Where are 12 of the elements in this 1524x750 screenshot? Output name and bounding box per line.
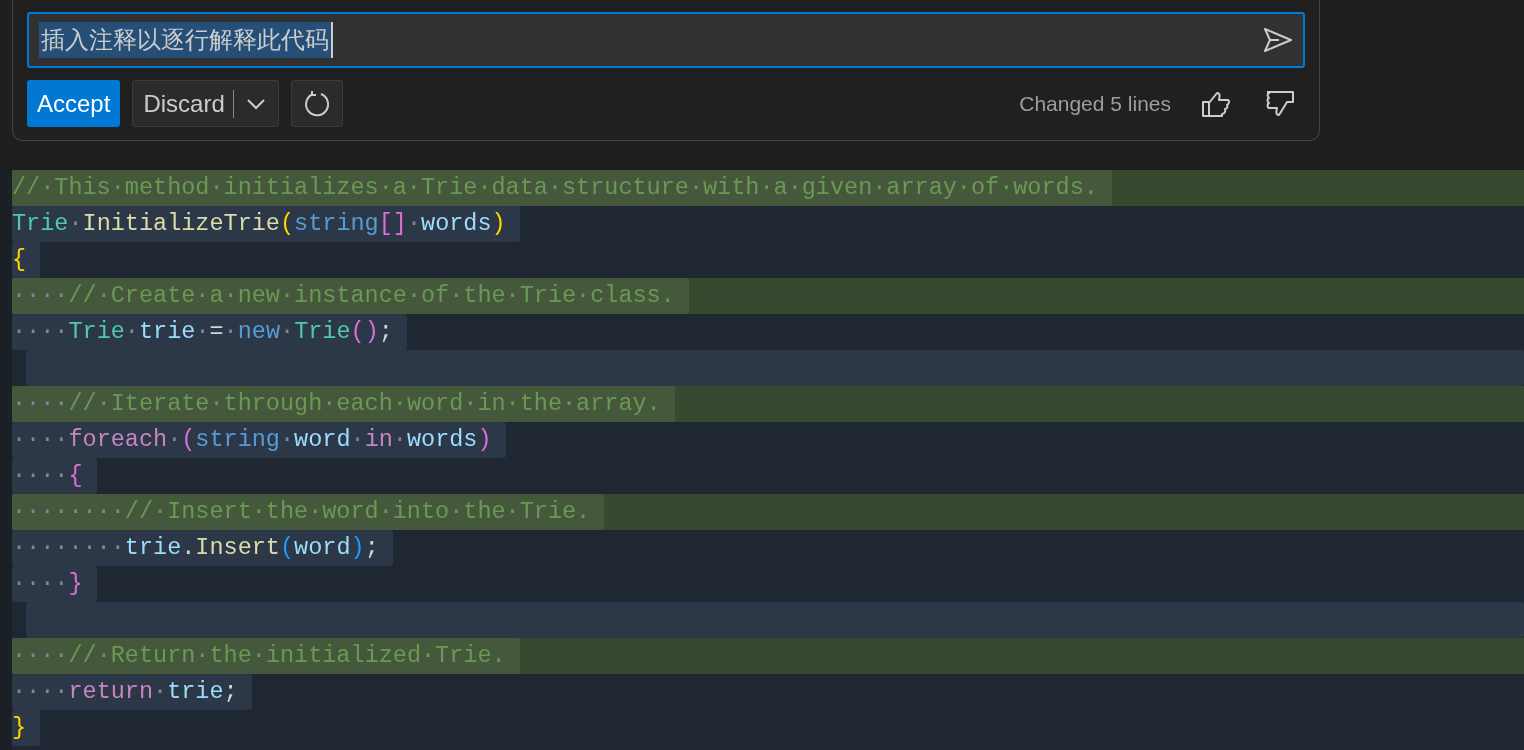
- prompt-text: 插入注释以逐行解释此代码: [39, 22, 333, 58]
- prompt-input[interactable]: 插入注释以逐行解释此代码: [27, 12, 1305, 68]
- refresh-button[interactable]: [290, 80, 343, 127]
- refresh-icon: [302, 89, 331, 118]
- chevron-down-icon[interactable]: [245, 97, 266, 110]
- accept-button[interactable]: Accept: [27, 80, 121, 127]
- discard-button[interactable]: Discard: [132, 80, 279, 127]
- thumbs-down-icon[interactable]: [1265, 89, 1295, 118]
- status-text: Changed 5 lines: [1019, 90, 1171, 117]
- thumbs-up-icon[interactable]: [1201, 89, 1231, 118]
- send-icon[interactable]: [1263, 27, 1293, 53]
- discard-label[interactable]: Discard: [133, 85, 233, 122]
